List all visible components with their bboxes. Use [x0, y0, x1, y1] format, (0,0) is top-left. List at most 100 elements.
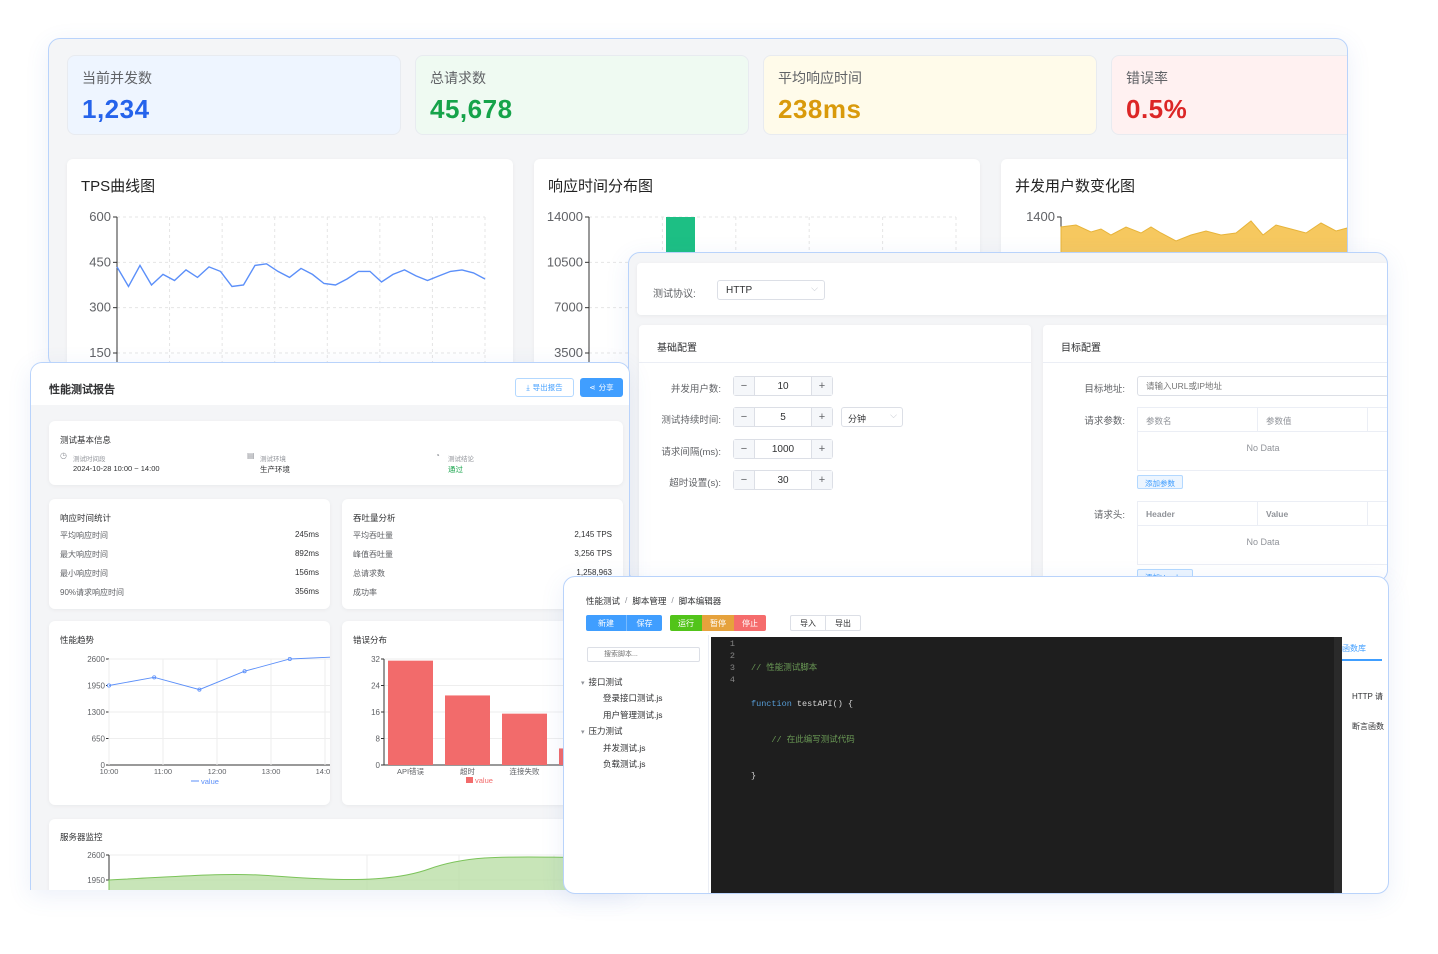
error-bar — [502, 713, 547, 765]
stat-value: 3,256 TPS — [574, 549, 612, 558]
new-button[interactable]: 新建 — [586, 615, 626, 631]
export-button[interactable]: 导出 — [825, 615, 861, 631]
protocol-label: 测试协议: — [653, 289, 696, 300]
tree-file[interactable]: 并发测试.js — [603, 742, 646, 754]
section-title: 目标配置 — [1061, 343, 1101, 354]
line-number: 1 — [729, 639, 735, 649]
stat-value: 892ms — [294, 549, 319, 558]
stat-key: 峰值吞吐量 — [353, 550, 393, 559]
tree-group[interactable]: ▾ 压力测试 — [581, 725, 623, 737]
stat-key: 最小响应时间 — [60, 569, 108, 578]
tps-chart: 600 450 300 150 — [89, 209, 486, 367]
stop-button[interactable]: 停止 — [734, 615, 766, 631]
plus-button[interactable]: + — [812, 377, 832, 395]
code-editor[interactable]: 1 2 3 4 // 性能测试脚本 function testAPI() { /… — [711, 637, 1342, 893]
tab-function-library[interactable]: 函数库 — [1342, 643, 1366, 654]
tree-label: 压力测试 — [588, 726, 623, 736]
plus-button[interactable]: + — [812, 408, 832, 426]
share-button[interactable]: ⋖ 分享 — [580, 378, 623, 397]
library-item[interactable]: 断言函数 — [1352, 721, 1384, 732]
stat-key: 平均吞吐量 — [353, 531, 393, 540]
table-header: Header — [1138, 502, 1258, 525]
clock-icon: ◷ — [60, 451, 67, 460]
info-label: 测试时间段 — [73, 456, 106, 463]
table-header: 参数名 — [1138, 408, 1258, 431]
interval-stepper[interactable]: −1000 + — [733, 439, 833, 459]
concurrency-stepper[interactable]: −10 + — [733, 376, 833, 396]
editor-window: 性能测试 / 脚本管理 / 脚本编辑器 新建 保存 运行 暂停 停止 导入 导出 ▾… — [563, 576, 1389, 894]
tree-file[interactable]: 用户管理测试.js — [603, 709, 663, 721]
basic-config-card: 基础配置 并发用户数: −10 + 测试持续时间: −5 + 分钟 ⌵ 请求间隔(m… — [639, 325, 1031, 581]
minus-button[interactable]: − — [734, 471, 754, 489]
stat-key: 90%请求响应时间 — [60, 588, 125, 597]
tree-file[interactable]: 负载测试.js — [603, 758, 646, 770]
plus-button[interactable]: + — [812, 440, 832, 458]
stepper-value: 10 — [754, 377, 812, 395]
field-label: 并发用户数: — [670, 384, 721, 395]
breadcrumb-item[interactable]: 脚本管理 — [632, 595, 666, 607]
y-tick-label: 450 — [89, 254, 111, 269]
export-report-button[interactable]: ⤓ 导出报告 — [515, 378, 574, 397]
import-button[interactable]: 导入 — [790, 615, 826, 631]
add-param-button[interactable]: 添加参数 — [1137, 475, 1183, 489]
timeout-stepper[interactable]: −30 + — [733, 470, 833, 490]
y-tick-label: 1400 — [1026, 209, 1055, 224]
code-line: } — [751, 771, 757, 781]
save-button[interactable]: 保存 — [626, 615, 662, 631]
pause-button[interactable]: 暂停 — [702, 615, 734, 631]
field-label: 请求参数: — [1084, 416, 1125, 427]
code-line: function testAPI() { — [751, 699, 854, 709]
stat-row: 最小响应时间 156ms — [60, 568, 319, 584]
field-label: 目标地址: — [1084, 384, 1125, 395]
duration-stepper[interactable]: −5 + — [733, 407, 833, 427]
chart-title: 性能趋势 — [60, 635, 95, 645]
legend-label: value — [475, 776, 493, 785]
plus-button[interactable]: + — [812, 471, 832, 489]
x-tick-label: 12:00 — [208, 767, 227, 776]
code-keyword: function — [751, 699, 792, 709]
chevron-down-icon: ▾ — [581, 729, 585, 736]
divider — [639, 362, 1031, 363]
section-title: 响应时间统计 — [60, 513, 112, 523]
check-circle-icon: ◔ — [435, 451, 440, 460]
minus-button[interactable]: − — [734, 440, 754, 458]
y-tick-label: 7000 — [554, 300, 583, 315]
y-tick-label: 1300 — [87, 708, 105, 717]
section-title: 吞吐量分析 — [353, 513, 396, 523]
duration-unit-select[interactable]: 分钟 ⌵ — [841, 407, 903, 427]
metric-total-requests: 总请求数 45,678 — [415, 55, 749, 135]
script-sidebar: ▾接口测试 登录接口测试.js 用户管理测试.js ▾压力测试 并发测试.js … — [576, 635, 709, 893]
line-numbers: 1 2 3 4 — [723, 638, 735, 686]
y-tick-label: 8 — [376, 735, 381, 744]
target-config-card: 目标配置 目标地址: 请求参数: 参数名 参数值 No Data 添加参数 请求… — [1043, 325, 1387, 581]
tree-file[interactable]: 登录接口测试.js — [603, 692, 663, 704]
library-item[interactable]: HTTP 请 — [1352, 691, 1383, 702]
stat-key: 成功率 — [353, 588, 377, 597]
y-tick-label: 32 — [371, 655, 380, 664]
minus-button[interactable]: − — [734, 377, 754, 395]
breadcrumb-item[interactable]: 性能测试 — [586, 595, 620, 607]
stat-value: 356ms — [294, 587, 319, 596]
y-tick-label: 1950 — [87, 682, 105, 691]
protocol-select[interactable]: HTTP ⌵ — [717, 280, 825, 300]
stepper-value: 1000 — [754, 440, 812, 458]
breadcrumb-separator: / — [625, 595, 628, 605]
target-url-input[interactable] — [1137, 376, 1387, 396]
tree-group[interactable]: ▾ 接口测试 — [581, 676, 623, 688]
minus-button[interactable]: − — [734, 408, 754, 426]
y-tick-label: 2600 — [87, 655, 105, 664]
function-library-panel: 函数库 HTTP 请 断言函数 — [1342, 635, 1388, 893]
trend-chart-card: 性能趋势 2600 1950 1300 650 0 10:00 11:00 12:00 13:0… — [49, 621, 330, 805]
metric-label: 当前并发数 — [82, 70, 152, 86]
stepper-value: 5 — [754, 408, 812, 426]
breadcrumb-item: 脚本编辑器 — [678, 596, 722, 606]
button-label: 分享 — [598, 383, 614, 392]
line-number: 4 — [729, 675, 735, 685]
run-button[interactable]: 运行 — [670, 615, 702, 631]
editor-scrollbar[interactable] — [1334, 637, 1342, 893]
download-icon: ⤓ — [526, 382, 530, 392]
monitor-area — [108, 856, 623, 890]
monitor-chart: 2600 1950 — [87, 851, 623, 890]
stat-key: 最大响应时间 — [60, 550, 108, 559]
script-search-input[interactable] — [587, 647, 700, 662]
